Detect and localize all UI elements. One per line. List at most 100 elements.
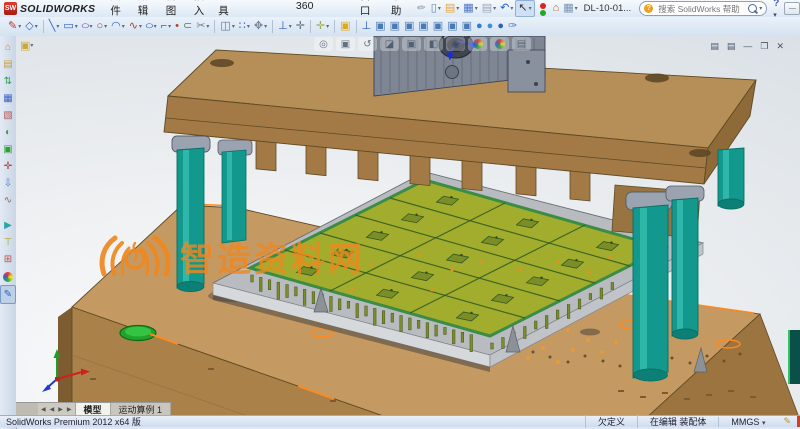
tab-motion-study[interactable]: 运动算例 1 [111,403,172,415]
doc-pane-1-icon[interactable]: ▤ [708,39,721,54]
search-input[interactable] [656,3,746,15]
chevron-down-icon[interactable]: ▾ [35,23,38,30]
centerpoint-arc-icon[interactable]: ◠▾ [109,19,127,34]
doc-pane-2-icon[interactable]: ▤ [725,39,738,54]
undo-icon[interactable]: ↶▾ [498,1,515,16]
tab-nav-3[interactable]: ▶ [65,406,74,413]
search-pane-icon[interactable]: ▦ [1,90,15,107]
trim-entities-icon[interactable]: ✂▾ [194,19,211,34]
move-entities-icon[interactable]: ✥▾ [252,19,269,34]
view-settings-icon[interactable]: ▦▾ [561,1,579,16]
tab-nav-2[interactable]: ▶ [56,406,65,413]
guide-pillar-5[interactable] [718,148,744,209]
tab-nav-0[interactable]: ◀ [39,406,48,413]
ink-pen-icon[interactable]: ✎ [0,285,16,304]
section-view-icon[interactable]: ◪ [380,37,399,51]
view-settings-hud-icon[interactable]: ▤ [512,37,531,51]
chevron-down-icon[interactable]: ▾ [247,23,250,30]
search-icon[interactable] [748,4,757,13]
sketch-icon[interactable]: ✎▾ [6,19,23,34]
edit-pencil-icon[interactable]: ✎ [777,416,797,427]
file-properties-icon[interactable]: ⌂ [551,1,562,16]
previous-view-icon[interactable]: ↺ [358,37,377,51]
doc-restore-icon[interactable]: ❐ [758,39,770,54]
measure-pen-icon[interactable]: ✑ [506,19,519,34]
pin-menu-icon[interactable]: ✐ [414,2,427,16]
save-icon[interactable]: ▦▾ [461,1,479,16]
custom-properties-icon[interactable]: ✛ [1,158,15,175]
guide-pillar-6[interactable] [788,330,800,384]
appearances-icon[interactable]: ◐ [1,124,15,141]
chevron-down-icon[interactable]: ▾ [75,23,78,30]
quick-snaps-icon[interactable]: ✛▾ [314,19,331,34]
doc-close-icon[interactable]: ✕ [774,39,786,54]
chevron-down-icon[interactable]: ▾ [56,23,59,30]
linear-sketch-pattern-icon[interactable]: ∷▾ [237,19,252,34]
corner-rectangle-icon[interactable]: ▭▾ [61,19,79,34]
appearance-ball-icon[interactable] [1,268,15,285]
chevron-down-icon[interactable]: ▾ [475,5,478,12]
straight-slot-icon[interactable]: ○▾ [80,19,95,34]
apply-scene-icon[interactable] [490,37,509,51]
chevron-down-icon[interactable]: ▾ [168,23,171,30]
zoom-area-icon[interactable]: ▣ [336,37,355,51]
shaded-sphere-2-icon[interactable]: ● [485,19,496,34]
shaded-sphere-3-icon[interactable]: ● [495,19,506,34]
tab-model[interactable]: 模型 [76,403,111,415]
pack-and-go-icon[interactable]: ⇩ [1,175,15,192]
search-dropdown-icon[interactable]: ▾ [759,5,762,12]
guide-pillar-3[interactable] [626,192,672,381]
zoom-fit-icon[interactable]: ◎ [314,37,333,51]
spline-icon[interactable]: ∿▾ [127,19,144,34]
tab-nav-1[interactable]: ◀ [48,406,57,413]
mirror-entities-icon[interactable]: ◫▾ [218,19,236,34]
chevron-down-icon[interactable]: ▾ [326,23,329,30]
chevron-down-icon[interactable]: ▾ [493,5,496,12]
rebuild-traffic-icon[interactable] [535,1,551,16]
smart-dimension-icon[interactable]: ◇▾ [23,19,39,34]
display-relations-icon[interactable]: ⊥▾ [276,19,294,34]
assembly-flyout-icon[interactable]: ▣ [20,39,30,52]
chevron-down-icon[interactable]: ▾ [206,23,209,30]
view-cube-3-icon[interactable]: ▣ [402,19,416,34]
grid-components-icon[interactable]: ⊞ [1,251,15,268]
chevron-down-icon[interactable]: ▾ [122,23,125,30]
chevron-down-icon[interactable]: ▾ [289,23,292,30]
chevron-down-icon[interactable]: ▾ [232,23,235,30]
app-minimize-button[interactable]: — [784,2,800,15]
edit-appearance-icon[interactable] [468,37,487,51]
file-explorer-icon[interactable]: ⇅ [1,73,15,90]
motion-study-icon[interactable]: ▶ [1,217,15,234]
chevron-down-icon[interactable]: ▾ [510,5,513,12]
toolbox-addin-icon[interactable]: ▣ [338,19,352,34]
doc-minimize-icon[interactable]: — [741,39,754,54]
circle-icon[interactable]: ○▾ [94,19,109,34]
hide-show-items-icon[interactable]: ◉ [446,37,465,51]
feature-tree-flyout[interactable]: ▣ ▾ [20,39,33,52]
solidworks-resources-icon[interactable]: ⌂ [1,39,15,56]
graphics-viewport[interactable]: 智造资料网 ◎▣↺◪▣◧◉▤ ▣ ▾ ▤▤—❐✕ ◀◀▶▶ 模型运动算例 1 [16,36,800,415]
select-icon[interactable]: ↖▾ [515,0,534,17]
blocks-icon[interactable]: ⊤ [1,234,15,251]
view-cube-1-icon[interactable]: ▣ [373,19,387,34]
design-library-icon[interactable]: ▤ [1,56,15,73]
guide-pillar-4[interactable] [666,186,704,339]
view-cube-5-icon[interactable]: ▣ [431,19,445,34]
view-orientation-icon[interactable]: ▣ [402,37,421,51]
chevron-down-icon[interactable]: ▾ [104,23,107,30]
status-units[interactable]: MMGS ▾ [718,417,777,427]
chevron-down-icon[interactable]: ▾ [264,23,267,30]
chevron-down-icon[interactable]: ▾ [575,5,578,12]
ellipse-icon[interactable]: ○▾ [144,19,159,34]
display-style-icon[interactable]: ◧ [424,37,443,51]
green-bushing[interactable] [120,326,156,341]
chevron-down-icon[interactable]: ▾ [30,42,33,49]
chevron-down-icon[interactable]: ▾ [529,5,532,12]
view-cube-7-icon[interactable]: ▣ [460,19,474,34]
search-box[interactable]: ? ▾ [639,1,767,16]
convert-entities-icon[interactable]: ⊂ [181,19,194,34]
curves-tool-icon[interactable]: ∿ [1,192,15,209]
view-cube-4-icon[interactable]: ▣ [416,19,430,34]
point-icon[interactable]: • [173,19,181,34]
sketch-fillet-icon[interactable]: ⌐▾ [159,19,173,34]
